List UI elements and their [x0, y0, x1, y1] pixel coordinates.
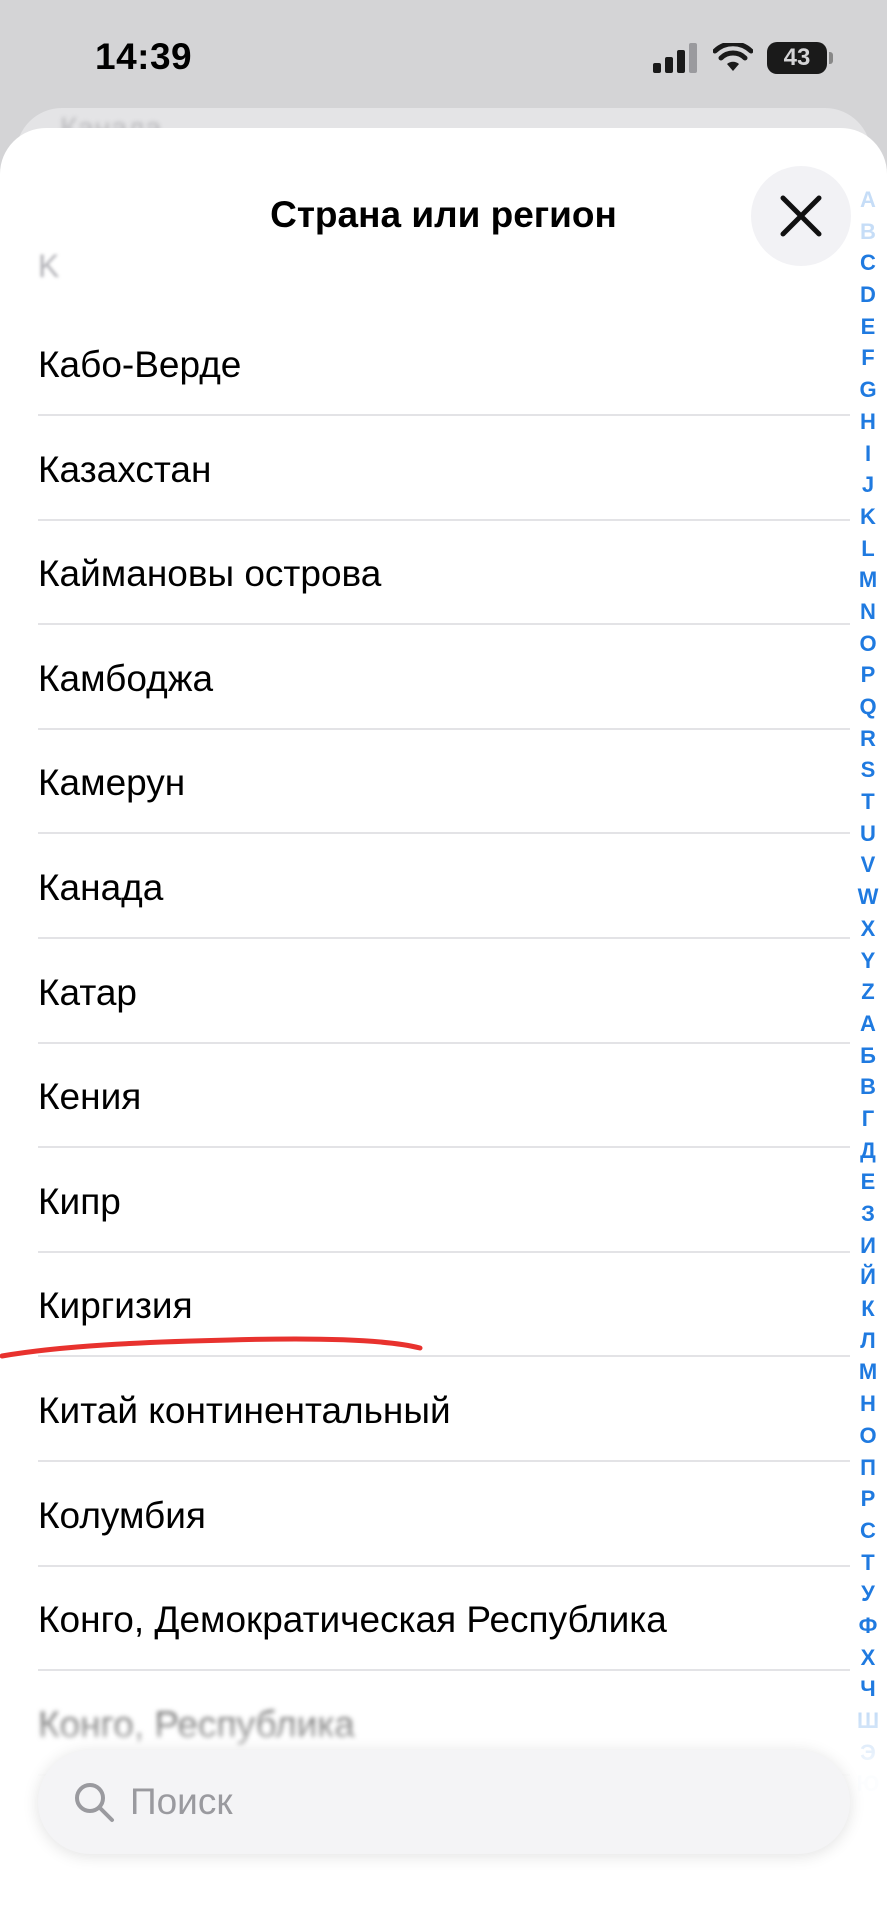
index-letter[interactable]: В [860, 1071, 876, 1103]
country-label: Китай континентальный [38, 1390, 451, 1431]
country-label: Конго, Демократическая Республика [38, 1599, 667, 1641]
index-letter[interactable]: Т [861, 1547, 874, 1579]
country-label: Кения [38, 1076, 142, 1118]
country-row[interactable]: Кения [0, 1044, 850, 1149]
index-letter[interactable]: Y [861, 945, 876, 977]
index-letter[interactable]: L [861, 533, 874, 565]
index-letter[interactable]: E [861, 311, 876, 343]
index-letter[interactable]: Л [860, 1325, 875, 1357]
country-label: Кипр [38, 1180, 121, 1222]
index-letter[interactable]: А [860, 1008, 876, 1040]
index-letter[interactable]: X [861, 913, 876, 945]
index-letter[interactable]: К [861, 1293, 874, 1325]
wifi-icon [713, 43, 753, 71]
red-annotation-underline [0, 1336, 423, 1359]
country-row[interactable]: Конго, Демократическая Республика [0, 1567, 850, 1672]
battery-level: 43 [783, 44, 811, 71]
index-letter[interactable]: C [860, 247, 876, 279]
index-letter[interactable]: P [861, 659, 876, 691]
index-letter[interactable]: Д [860, 1135, 876, 1167]
index-letter[interactable]: J [862, 469, 874, 501]
country-label: Киргизия [38, 1285, 193, 1327]
country-row[interactable]: Каймановы острова [0, 521, 850, 626]
close-button[interactable] [751, 166, 851, 266]
index-letter[interactable]: С [860, 1515, 876, 1547]
country-row[interactable]: Колумбия [0, 1463, 850, 1567]
search-field[interactable]: Поиск [38, 1750, 850, 1854]
index-letter[interactable]: M [859, 564, 877, 596]
country-label: Катар [38, 971, 138, 1013]
index-letter[interactable]: Й [860, 1261, 876, 1293]
index-letter[interactable]: W [858, 881, 879, 913]
index-letter[interactable]: D [860, 279, 876, 311]
index-letter[interactable]: F [861, 342, 874, 374]
index-letter[interactable]: K [860, 501, 876, 533]
country-label: Колумбия [38, 1494, 206, 1536]
index-letter[interactable]: S [861, 754, 876, 786]
close-icon [780, 195, 822, 237]
index-letter[interactable]: A [860, 184, 876, 216]
search-placeholder: Поиск [130, 1781, 233, 1822]
status-time: 14:39 [95, 36, 193, 77]
index-letter[interactable]: Е [861, 1166, 876, 1198]
index-letter[interactable]: N [860, 596, 876, 628]
index-letter[interactable]: I [865, 438, 871, 470]
alphabet-index[interactable]: ABCDEFGHIJKLMNOPQRSTUVWXYZАБВГДЕЗИЙКЛМНО… [853, 184, 883, 1800]
section-header: K [38, 248, 60, 284]
index-letter[interactable]: Г [862, 1103, 874, 1135]
country-row[interactable]: Катар [0, 940, 850, 1044]
index-letter[interactable]: З [861, 1198, 875, 1230]
country-row[interactable]: Камбоджа [0, 626, 850, 730]
index-letter[interactable]: V [861, 849, 876, 881]
country-row[interactable]: Китай континентальный [0, 1358, 850, 1462]
index-letter[interactable]: Ф [859, 1610, 878, 1642]
cellular-signal-icon [653, 43, 697, 73]
country-row[interactable]: Камерун [0, 730, 850, 835]
index-letter[interactable]: Q [859, 691, 876, 723]
country-row[interactable]: Кипр [0, 1149, 850, 1253]
index-letter[interactable]: Б [860, 1040, 876, 1072]
index-letter[interactable]: О [859, 1420, 876, 1452]
index-letter[interactable]: T [861, 786, 874, 818]
index-letter[interactable]: U [860, 818, 876, 850]
index-letter[interactable]: У [861, 1578, 875, 1610]
index-letter[interactable]: R [860, 723, 876, 755]
country-label: Канада [38, 867, 164, 908]
country-label: Каймановы острова [38, 553, 382, 595]
country-row[interactable]: Кабо-Верде [0, 312, 850, 416]
index-letter[interactable]: Н [860, 1388, 876, 1420]
index-letter[interactable]: Х [861, 1642, 876, 1674]
index-letter[interactable]: Z [861, 976, 874, 1008]
country-row[interactable]: Канада [0, 835, 850, 939]
status-icons: 43 [653, 42, 833, 74]
country-row[interactable]: Казахстан [0, 417, 850, 521]
index-letter[interactable]: Р [861, 1483, 876, 1515]
index-letter[interactable]: П [860, 1452, 876, 1484]
index-letter[interactable]: G [859, 374, 876, 406]
index-letter[interactable]: O [859, 628, 876, 660]
index-letter[interactable]: М [859, 1356, 877, 1388]
battery-indicator: 43 [767, 42, 833, 74]
index-letter[interactable]: H [860, 406, 876, 438]
country-label: Казахстан [38, 448, 212, 490]
search-icon [75, 1783, 114, 1822]
country-label: Кабо-Верде [38, 344, 242, 385]
country-label: Камерун [38, 762, 186, 804]
index-letter[interactable]: B [860, 216, 876, 248]
country-label: Камбоджа [38, 657, 214, 699]
index-letter[interactable]: И [860, 1230, 876, 1262]
